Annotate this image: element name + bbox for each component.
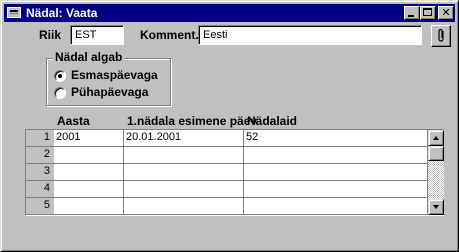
vertical-scrollbar[interactable] <box>428 130 444 215</box>
radio-sunday-label[interactable]: Pühapäevaga <box>71 85 148 99</box>
cell-first-day[interactable] <box>124 198 244 215</box>
window-menu-icon[interactable] <box>7 7 21 18</box>
cell-weeks[interactable] <box>244 198 428 215</box>
row-number: 1 <box>26 130 54 147</box>
title-bar[interactable]: Nädal: Vaata ✕ <box>4 4 455 22</box>
country-field[interactable]: EST <box>70 25 124 45</box>
row-number: 5 <box>26 198 54 215</box>
row-number: 3 <box>26 164 54 181</box>
row-number: 4 <box>26 181 54 198</box>
cell-first-day[interactable] <box>124 147 244 164</box>
cell-year[interactable]: 2001 <box>54 130 124 147</box>
cell-weeks[interactable] <box>244 181 428 198</box>
week-start-group-label: Nädal algab <box>53 50 125 64</box>
radio-sunday[interactable] <box>54 87 66 99</box>
cell-year[interactable] <box>54 147 124 164</box>
scroll-thumb[interactable] <box>428 146 444 161</box>
radio-monday[interactable] <box>54 70 66 82</box>
comment-label: Komment. <box>140 28 199 42</box>
cell-weeks[interactable] <box>244 147 428 164</box>
country-label: Riik <box>39 28 62 42</box>
close-button[interactable]: ✕ <box>438 6 454 20</box>
maximize-button[interactable] <box>420 6 436 20</box>
scroll-up-button[interactable] <box>428 130 444 146</box>
cell-first-day[interactable] <box>124 164 244 181</box>
radio-monday-label[interactable]: Esmaspäevaga <box>71 68 158 82</box>
cell-year[interactable] <box>54 198 124 215</box>
week-start-group: Nädal algab Esmaspäevaga Pühapäevaga <box>46 50 171 106</box>
paperclip-icon <box>438 28 444 42</box>
window: Nädal: Vaata ✕ Riik EST Komment. Eesti N… <box>0 0 459 252</box>
column-header-year: Aasta <box>57 114 90 128</box>
cell-weeks[interactable]: 52 <box>244 130 428 147</box>
row-number: 2 <box>26 147 54 164</box>
cell-first-day[interactable]: 20.01.2001 <box>124 130 244 147</box>
cell-year[interactable] <box>54 181 124 198</box>
scroll-down-button[interactable] <box>428 199 444 215</box>
column-header-first-day: 1.nädala esimene päev <box>127 114 258 128</box>
attachment-button[interactable] <box>431 25 451 47</box>
column-header-weeks: Nädalaid <box>247 114 298 128</box>
close-icon: ✕ <box>441 6 451 19</box>
comment-field[interactable]: Eesti <box>198 25 422 45</box>
cell-first-day[interactable] <box>124 181 244 198</box>
week-table: 1 2001 20.01.2001 52 2 3 4 5 <box>25 129 444 216</box>
cell-weeks[interactable] <box>244 164 428 181</box>
cell-year[interactable] <box>54 164 124 181</box>
window-title: Nädal: Vaata <box>26 6 98 20</box>
minimize-button[interactable] <box>404 6 420 20</box>
